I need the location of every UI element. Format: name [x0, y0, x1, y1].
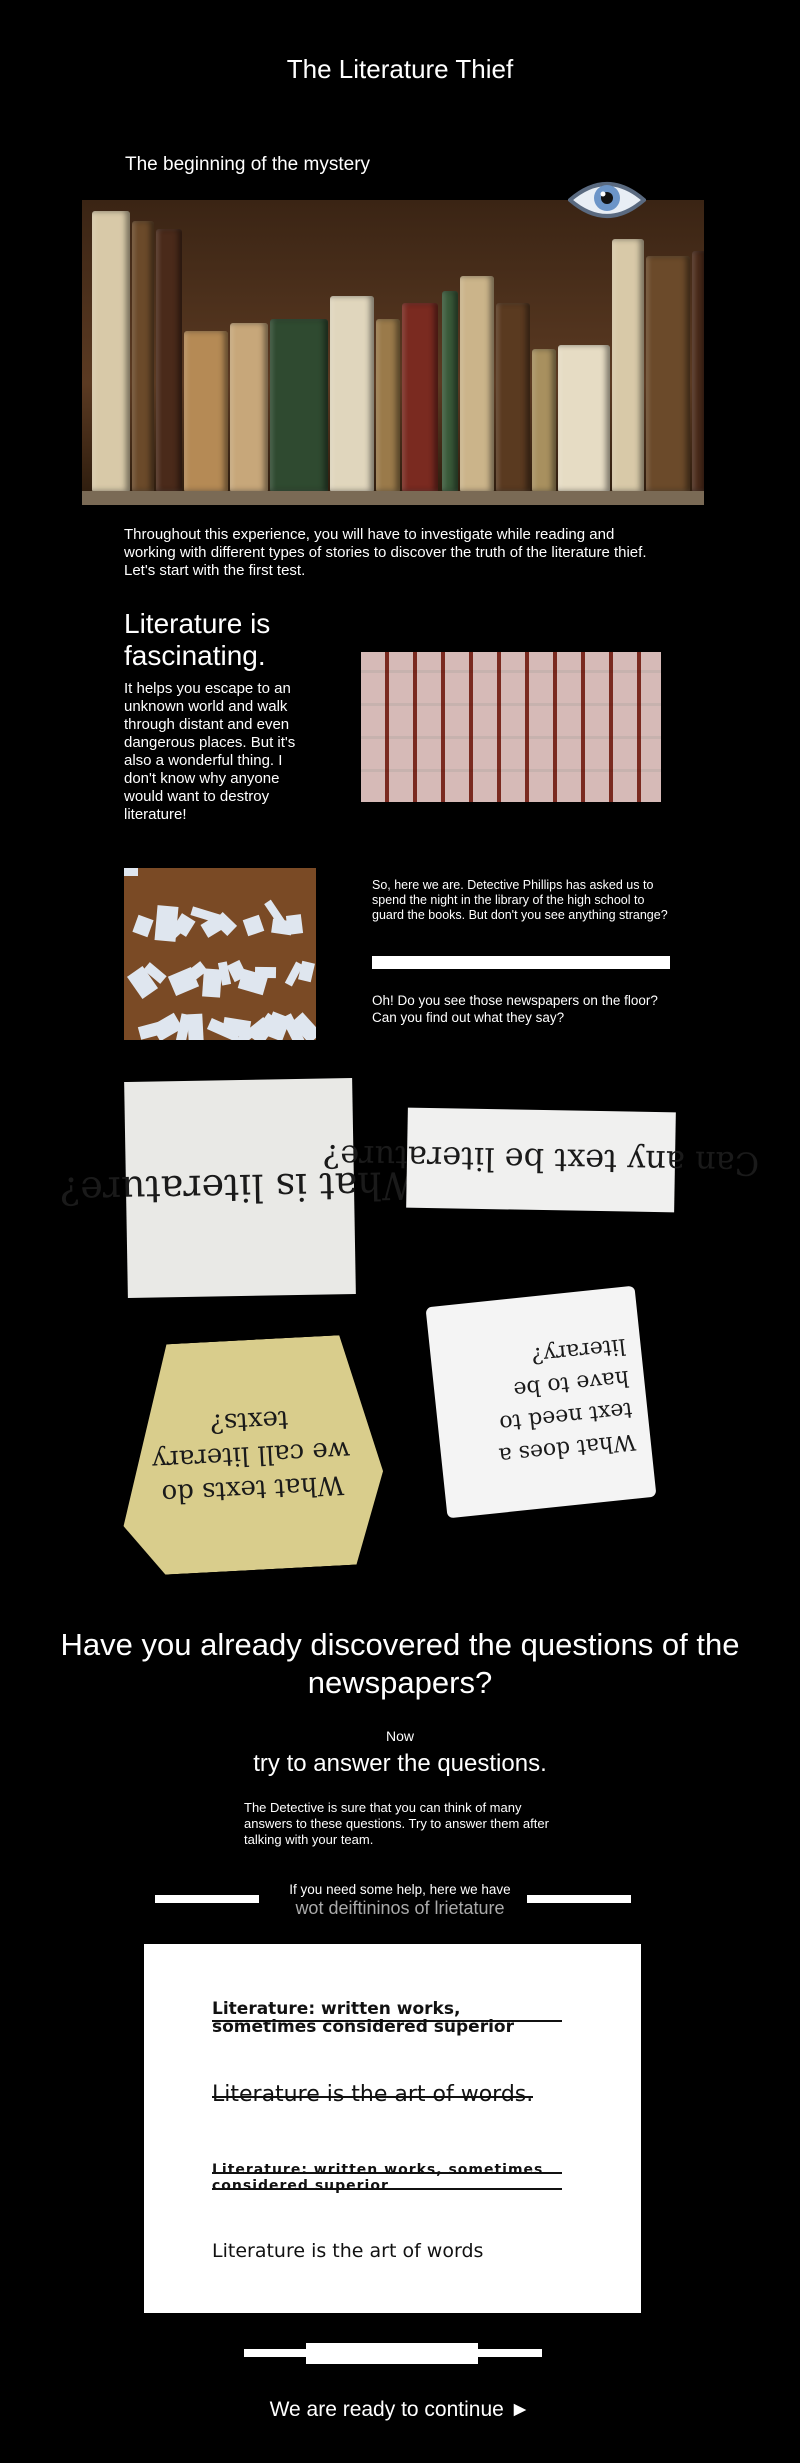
paper-shard	[132, 914, 154, 938]
detective-hint: The Detective is sure that you can think…	[244, 1800, 549, 1847]
definitions-link[interactable]: wot deiftininos of lrietature	[0, 1898, 800, 1919]
detective-text: So, here we are. Detective Phillips has …	[372, 878, 668, 922]
definition-line-3: Literature: written works, sometimes con…	[212, 2162, 562, 2196]
book-spine	[230, 323, 268, 491]
book-spine	[558, 345, 610, 491]
newspaper-clipping-4[interactable]: What does a text need to have to be lite…	[425, 1285, 657, 1519]
help-text: If you need some help, here we have	[289, 1882, 511, 1897]
definition-line-2: Literature is the art of words.	[212, 2082, 534, 2107]
fascinating-text: It helps you escape to an unknown world …	[124, 680, 296, 823]
continue-button[interactable]: We are ready to continue ►	[0, 2398, 800, 2422]
section-subtitle: The beginning of the mystery	[125, 154, 371, 175]
clipping-text: What texts do we call literary texts?	[151, 1404, 351, 1509]
paper-shard	[124, 868, 138, 876]
fascinating-heading: Literature is fascinating.	[124, 608, 271, 671]
book-spine	[612, 239, 644, 491]
shelf-plank	[82, 491, 704, 505]
now-label: Now	[385, 1728, 414, 1744]
paper-shard	[285, 914, 304, 935]
book-spine	[532, 349, 556, 491]
discover-heading: Have you already discovered the question…	[60, 1627, 740, 1700]
book-spine	[402, 303, 438, 491]
input-bar[interactable]	[372, 956, 670, 969]
book-spine	[92, 211, 130, 491]
intro-text: Throughout this experience, you will hav…	[124, 526, 647, 579]
paper-shard	[298, 960, 315, 983]
book-spine	[376, 319, 400, 491]
paper-shard	[242, 914, 265, 937]
newspapers-text: Oh! Do you see those newspapers on the f…	[372, 993, 658, 1025]
page-title: The Literature Thief	[286, 54, 514, 84]
open-books-image	[361, 652, 661, 802]
book-spine	[442, 291, 458, 491]
book-spine	[132, 221, 154, 491]
torn-paper-image	[124, 868, 316, 1040]
newspaper-clipping-2[interactable]: Can any text be literature?	[323, 1107, 759, 1213]
book-spine	[184, 331, 228, 491]
paper-shard	[154, 905, 179, 942]
eye-icon[interactable]	[568, 176, 646, 224]
clipping-text: What does a text need to have to be lite…	[497, 1332, 637, 1468]
clipping-text: Can any text be literature?	[322, 1137, 760, 1183]
paper-shard	[187, 1013, 204, 1040]
definition-line-1: Literature: written works, sometimes con…	[212, 2000, 562, 2036]
book-spine	[496, 303, 530, 491]
paper-shard	[254, 966, 277, 979]
progress-knob[interactable]	[306, 2343, 478, 2364]
newspaper-clipping-1[interactable]: What is literature?	[59, 1078, 421, 1298]
book-spine	[330, 296, 374, 491]
try-answer-heading: try to answer the questions.	[253, 1750, 547, 1777]
definitions-card: Literature: written works, sometimes con…	[144, 1944, 641, 2313]
book-spine	[460, 276, 494, 491]
newspaper-clipping-3[interactable]: What texts do we call literary texts?	[114, 1333, 388, 1576]
bookshelf-image	[82, 200, 704, 505]
book-spine	[156, 229, 182, 491]
book-spine	[270, 319, 328, 491]
book-spine	[646, 256, 690, 491]
book-spine	[692, 251, 704, 491]
definition-line-4: Literature is the art of words	[212, 2240, 484, 2258]
